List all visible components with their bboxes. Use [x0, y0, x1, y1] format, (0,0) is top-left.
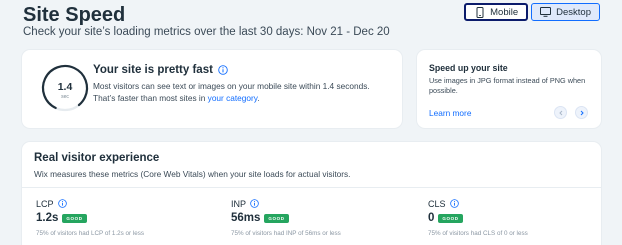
speed-tip-card: Speed up your site Use images in JPG for…	[417, 50, 601, 128]
summary-body-end: .	[257, 93, 260, 103]
info-icon[interactable]	[449, 199, 460, 209]
summary-body: Most visitors can see text or images on …	[93, 80, 393, 104]
tip-title: Speed up your site	[429, 63, 508, 73]
status-badge: GOOD	[62, 213, 87, 223]
status-badge: GOOD	[438, 213, 463, 223]
visitor-title: Real visitor experience	[34, 152, 160, 164]
metric-note: 75% of visitors had INP of 56ms or less	[231, 230, 341, 237]
metric-note: 75% of visitors had LCP of 1.2s or less	[36, 230, 145, 237]
summary-title-text: Your site is pretty fast	[93, 64, 213, 76]
metric-label: CLS	[428, 199, 446, 209]
page-title: Site Speed	[23, 4, 126, 26]
metric-label: LCP	[36, 199, 54, 209]
metric-lcp: LCP 1.2s GOOD 75% of visitors had LCP of…	[36, 199, 216, 237]
gauge-unit: sec	[61, 94, 69, 100]
category-link[interactable]: your category	[208, 93, 258, 103]
metric-label-row: INP	[231, 199, 411, 209]
metric-label: INP	[231, 199, 247, 209]
chevron-left-icon	[558, 108, 564, 118]
metric-value-row: 0 GOOD	[428, 212, 608, 224]
metric-value: 56ms	[231, 212, 261, 224]
info-icon[interactable]	[250, 199, 260, 209]
status-badge: GOOD	[264, 213, 289, 223]
metric-note: 75% of visitors had CLS of 0 or less	[428, 230, 528, 237]
tip-next-button[interactable]	[575, 106, 588, 119]
metric-value: 0	[428, 212, 435, 224]
metric-value-row: 56ms GOOD	[231, 212, 411, 224]
page-subtitle: Check your site’s loading metrics over t…	[23, 26, 390, 38]
device-toggle: Mobile Desktop	[464, 3, 600, 21]
mobile-toggle-button[interactable]: Mobile	[464, 3, 529, 21]
learn-more-link[interactable]: Learn more	[429, 108, 471, 118]
summary-title: Your site is pretty fast	[93, 64, 228, 76]
tip-prev-button[interactable]	[554, 106, 567, 119]
metric-cls: CLS 0 GOOD 75% of visitors had CLS of 0 …	[428, 199, 608, 237]
desktop-monitor-icon	[540, 7, 552, 18]
metric-label-row: CLS	[428, 199, 608, 209]
speed-gauge: 1.4 sec	[41, 64, 89, 112]
metric-inp: INP 56ms GOOD 75% of visitors had INP of…	[231, 199, 411, 237]
desktop-toggle-label: Desktop	[556, 6, 591, 18]
speed-summary-card: 1.4 sec Your site is pretty fast Most vi…	[22, 50, 402, 128]
chevron-right-icon	[579, 108, 585, 118]
info-icon[interactable]	[57, 199, 68, 209]
metric-label-row: LCP	[36, 199, 216, 209]
visitor-subtitle: Wix measures these metrics (Core Web Vit…	[34, 169, 351, 179]
mobile-toggle-label: Mobile	[490, 6, 519, 18]
gauge-value: 1.4	[58, 81, 73, 93]
metric-value: 1.2s	[36, 212, 59, 224]
real-visitor-card: Real visitor experience Wix measures the…	[22, 142, 601, 245]
metric-value-row: 1.2s GOOD	[36, 212, 216, 224]
info-icon[interactable]	[218, 65, 228, 75]
mobile-phone-icon	[474, 6, 485, 18]
divider	[22, 187, 601, 188]
tip-body: Use images in JPG format instead of PNG …	[429, 76, 586, 95]
desktop-toggle-button[interactable]: Desktop	[531, 3, 600, 21]
